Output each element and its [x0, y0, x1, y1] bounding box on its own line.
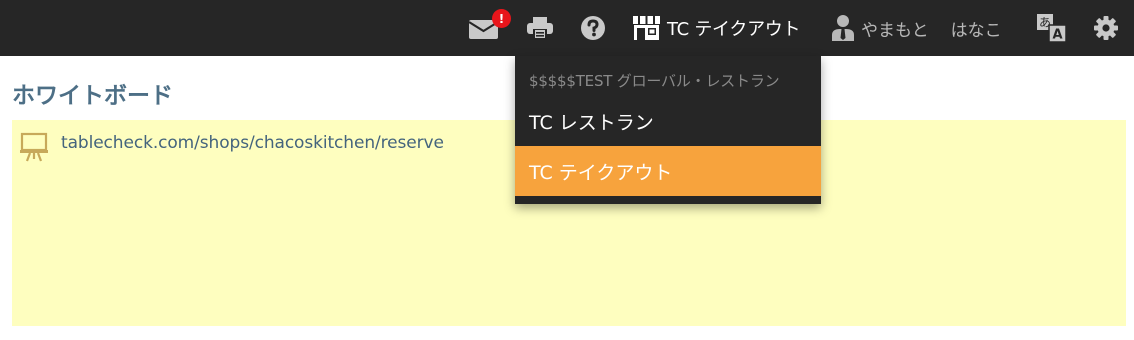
translate-icon: あ A [1036, 13, 1068, 43]
language-button[interactable]: あ A [1036, 0, 1068, 56]
shop-dropdown-menu: $$$$$TEST グローバル・レストラン TC レストラン TC テイクアウト [515, 56, 821, 204]
top-navigation-bar: ! TC テイクアウト やまもと はなこ あ A [0, 0, 1134, 56]
help-button[interactable] [580, 0, 606, 56]
user-menu[interactable]: やまもと はなこ [830, 0, 1002, 56]
storefront-icon [632, 15, 661, 41]
user-tie-icon [830, 14, 856, 42]
question-circle-icon [580, 15, 606, 41]
menu-item-tc-takeout[interactable]: TC テイクアウト [515, 146, 821, 196]
user-family-name: やまもと [861, 20, 929, 41]
current-shop-label: TC テイクアウト [667, 19, 801, 40]
menu-item-tc-restaurant[interactable]: TC レストラン [515, 96, 821, 146]
shop-group-header: $$$$$TEST グローバル・レストラン [529, 72, 780, 90]
page-title: ホワイトボード [12, 83, 173, 109]
svg-text:A: A [1052, 28, 1062, 43]
whiteboard-link[interactable]: tablecheck.com/shops/chacoskitchen/reser… [61, 133, 444, 153]
print-button[interactable] [526, 0, 554, 56]
shop-selector[interactable]: TC テイクアウト [632, 0, 800, 56]
user-given-name: はなこ [950, 20, 1002, 41]
messages-button[interactable]: ! [468, 0, 511, 56]
presentation-board-icon [20, 132, 48, 166]
settings-button[interactable] [1093, 0, 1119, 56]
gear-icon [1093, 15, 1119, 41]
printer-icon [526, 15, 554, 41]
notification-badge: ! [492, 9, 511, 28]
